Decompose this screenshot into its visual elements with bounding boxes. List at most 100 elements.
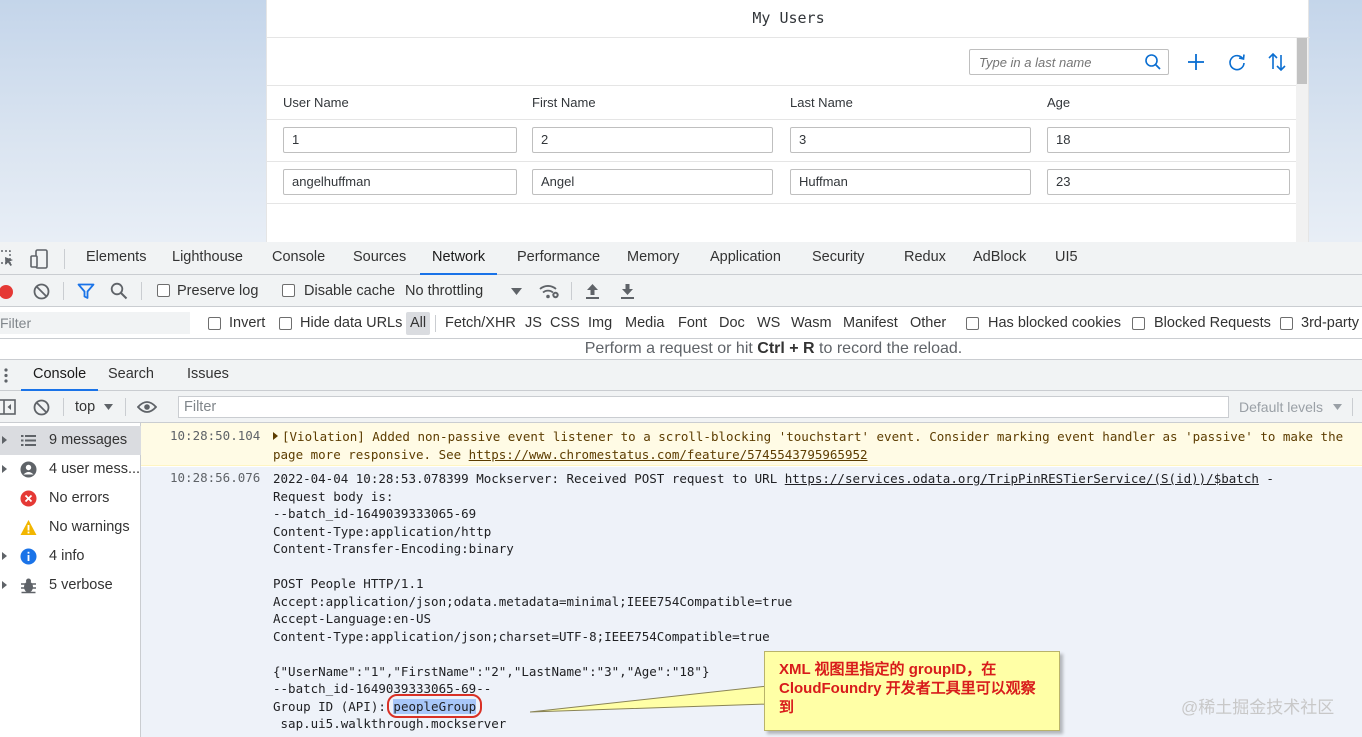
export-har-icon[interactable] [620, 282, 635, 300]
expand-arrow-icon[interactable] [273, 432, 278, 440]
expand-arrow-icon[interactable] [2, 581, 7, 589]
sidebar-item-verbose[interactable]: 5 verbose [0, 571, 141, 600]
hint-suffix: to record the reload. [814, 340, 963, 357]
record-icon[interactable] [0, 284, 14, 300]
message-timestamp: 10:28:50.104 [170, 428, 261, 443]
network-conditions-icon[interactable] [538, 282, 560, 300]
user-name-input[interactable]: angelhuffman [283, 169, 517, 195]
drawer-tab-search[interactable]: Search [108, 360, 154, 391]
request-body-text: Request body is: --batch_id-164903933306… [273, 488, 793, 697]
blocked-requests-checkbox[interactable] [1132, 317, 1145, 330]
sidebar-item-info[interactable]: 4 info [0, 542, 141, 571]
message-text: [Violation] Added non-passive event list… [273, 428, 1358, 463]
tab-lighthouse[interactable]: Lighthouse [172, 242, 243, 275]
expand-arrow-icon[interactable] [2, 552, 7, 560]
last-name-input[interactable]: 3 [790, 127, 1031, 153]
filter-type-css[interactable]: CSS [550, 308, 580, 339]
tab-adblock[interactable]: AdBlock [973, 242, 1026, 275]
filter-type-media[interactable]: Media [625, 308, 665, 339]
third-party-label: 3rd-party [1301, 315, 1360, 331]
clear-icon[interactable] [33, 283, 50, 300]
scrollbar[interactable] [1296, 38, 1308, 242]
sidebar-item-errors[interactable]: No errors [0, 484, 141, 513]
add-icon[interactable] [1185, 51, 1207, 73]
filter-type-other[interactable]: Other [910, 308, 946, 339]
console-filter-input[interactable]: Filter [178, 396, 1229, 418]
search-icon[interactable] [1144, 53, 1162, 71]
devtools-panel: Elements Lighthouse Console Sources Netw… [0, 242, 1362, 737]
disable-cache-checkbox[interactable] [282, 284, 295, 297]
filter-type-wasm[interactable]: Wasm [791, 308, 832, 339]
last-name-input[interactable]: Huffman [790, 169, 1031, 195]
tab-application[interactable]: Application [710, 242, 781, 275]
sidebar-item-warnings[interactable]: No warnings [0, 513, 141, 542]
console-toolbar: top Filter Default levels [0, 391, 1362, 423]
drawer-tab-console[interactable]: Console [21, 360, 99, 391]
filter-type-doc[interactable]: Doc [719, 308, 745, 339]
third-party-checkbox[interactable] [1280, 317, 1293, 330]
clear-console-icon[interactable] [33, 399, 50, 416]
table-row: 1 2 3 18 [267, 120, 1298, 162]
console-message-warning[interactable]: 10:28:50.104 [Violation] Added non-passi… [141, 423, 1362, 466]
filter-type-all[interactable]: All [406, 312, 431, 335]
tab-network[interactable]: Network [420, 242, 498, 275]
sidebar-item-messages[interactable]: 9 messages [0, 426, 141, 455]
filter-type-js[interactable]: JS [525, 308, 542, 339]
device-toolbar-icon[interactable] [30, 249, 50, 269]
age-input[interactable]: 23 [1047, 169, 1290, 195]
user-name-input[interactable]: 1 [283, 127, 517, 153]
tab-redux[interactable]: Redux [904, 242, 946, 275]
tab-console[interactable]: Console [272, 242, 325, 275]
filter-type-fetch-xhr[interactable]: Fetch/XHR [445, 308, 516, 339]
tab-elements[interactable]: Elements [86, 242, 146, 275]
age-input[interactable]: 18 [1047, 127, 1290, 153]
inspect-element-icon[interactable] [0, 250, 16, 268]
sidebar-item-user-messages[interactable]: 4 user mess... [0, 455, 141, 484]
sidebar-item-label: 9 messages [49, 432, 128, 448]
info-line-prefix: 2022-04-04 10:28:53.078399 Mockserver: R… [273, 471, 785, 486]
search-field[interactable] [969, 49, 1169, 75]
filter-type-font[interactable]: Font [678, 308, 707, 339]
search-input[interactable] [970, 50, 1140, 74]
hide-data-urls-label: Hide data URLs [300, 315, 403, 331]
invert-checkbox[interactable] [208, 317, 221, 330]
tab-performance[interactable]: Performance [517, 242, 600, 275]
throttling-select[interactable]: No throttling [405, 275, 483, 307]
list-icon [21, 435, 36, 446]
blocked-requests-label: Blocked Requests [1154, 315, 1271, 331]
import-har-icon[interactable] [585, 282, 600, 300]
scrollbar-thumb[interactable] [1297, 38, 1307, 84]
highlight-ring [387, 693, 483, 718]
hide-data-urls-checkbox[interactable] [279, 317, 292, 330]
batch-url-link[interactable]: https://services.odata.org/TripPinRESTie… [785, 471, 1259, 486]
chevron-down-icon [1333, 404, 1342, 410]
context-select[interactable]: top [75, 391, 95, 423]
filter-type-img[interactable]: Img [588, 308, 612, 339]
chromestatus-link[interactable]: https://www.chromestatus.com/feature/574… [469, 447, 868, 462]
refresh-icon[interactable] [1226, 51, 1248, 73]
filter-icon[interactable] [77, 283, 95, 300]
sidebar-item-label: No warnings [49, 519, 130, 535]
live-expression-eye-icon[interactable] [137, 400, 157, 414]
first-name-input[interactable]: 2 [532, 127, 773, 153]
expand-arrow-icon[interactable] [2, 436, 7, 444]
annotation-callout: XML 视图里指定的 groupID，在 CloudFoundry 开发者工具里… [764, 651, 1060, 731]
drawer-tab-issues[interactable]: Issues [187, 360, 229, 391]
has-blocked-cookies-checkbox[interactable] [966, 317, 979, 330]
search-icon[interactable] [110, 282, 128, 300]
network-filter-input[interactable]: Filter [0, 312, 190, 334]
more-options-icon[interactable] [4, 368, 8, 383]
sort-icon[interactable] [1266, 51, 1288, 73]
first-name-input[interactable]: Angel [532, 169, 773, 195]
filter-type-ws[interactable]: WS [757, 308, 780, 339]
sidebar-toggle-icon[interactable] [0, 399, 16, 415]
tab-sources[interactable]: Sources [353, 242, 406, 275]
expand-arrow-icon[interactable] [2, 465, 7, 473]
tab-security[interactable]: Security [812, 242, 864, 275]
sidebar-item-label: 4 info [49, 548, 85, 564]
log-levels-select[interactable]: Default levels [1239, 391, 1323, 423]
tab-memory[interactable]: Memory [627, 242, 679, 275]
tab-ui5[interactable]: UI5 [1055, 242, 1078, 275]
preserve-log-checkbox[interactable] [157, 284, 170, 297]
filter-type-manifest[interactable]: Manifest [843, 308, 898, 339]
